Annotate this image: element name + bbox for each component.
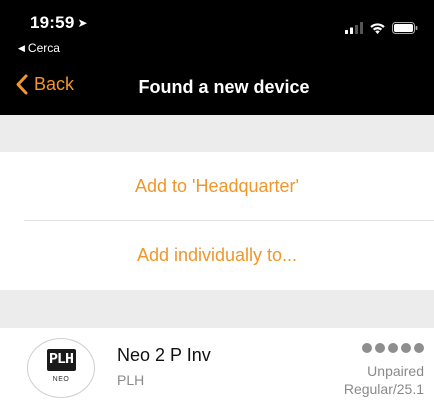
device-logo: PLH NEO: [27, 338, 95, 398]
status-time: 19:59 ➤: [30, 13, 88, 33]
battery-icon: [392, 22, 418, 34]
status-icons: [345, 22, 418, 34]
signal-dot: [375, 343, 385, 353]
back-triangle-icon: ◀: [18, 43, 25, 53]
status-time-text: 19:59: [30, 13, 75, 32]
firmware-version: Regular/25.1: [343, 381, 424, 397]
add-individually-button[interactable]: Add individually to...: [0, 221, 434, 290]
signal-dot: [414, 343, 424, 353]
location-arrow-icon: ➤: [77, 16, 88, 30]
section-separator: [0, 290, 434, 328]
logo-subtitle: NEO: [52, 376, 70, 383]
section-separator: [0, 115, 434, 152]
add-to-headquarter-button[interactable]: Add to 'Headquarter': [0, 152, 434, 220]
device-list-item[interactable]: PLH NEO Neo 2 P Inv PLH Unpaired Regular…: [0, 328, 434, 401]
nav-bar: Back Found a new device: [0, 62, 434, 115]
signal-dot: [401, 343, 411, 353]
cellular-signal-icon: [345, 22, 363, 34]
signal-dot: [388, 343, 398, 353]
wifi-icon: [370, 23, 385, 34]
signal-strength-indicator: [362, 343, 424, 353]
signal-dot: [362, 343, 372, 353]
back-to-app-link[interactable]: ◀ Cerca: [18, 41, 60, 55]
logo-mark: PLH: [46, 349, 76, 371]
back-to-app-label: Cerca: [27, 41, 60, 55]
status-bar: 19:59 ➤ ◀ Cerca: [0, 0, 434, 62]
page-title: Found a new device: [138, 77, 310, 97]
device-brand: PLH: [117, 372, 145, 388]
pair-status: Unpaired: [367, 363, 424, 379]
device-name: Neo 2 P Inv: [117, 345, 211, 365]
